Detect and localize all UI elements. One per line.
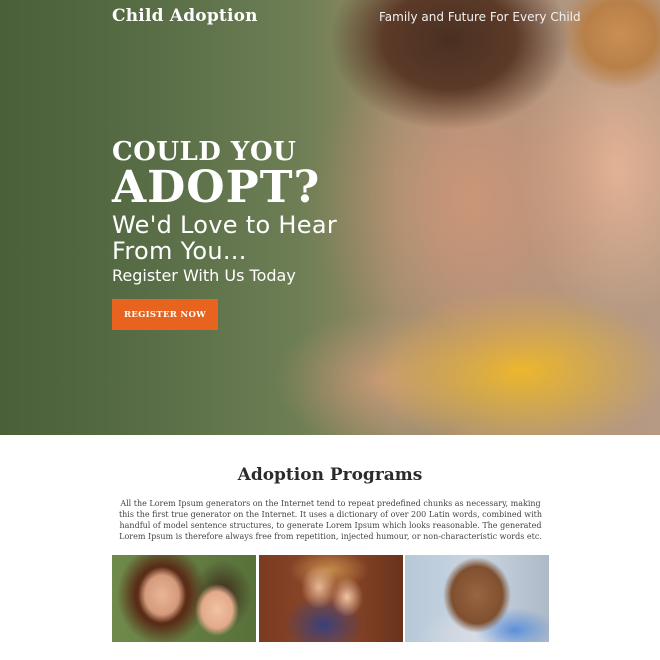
hero-heading-line2: ADOPT?: [112, 162, 321, 213]
hero-register-text: Register With Us Today: [112, 266, 296, 285]
programs-description: All the Lorem Ipsum generators on the In…: [118, 499, 543, 541]
program-image-baby[interactable]: [405, 555, 549, 642]
program-image-siblings[interactable]: [259, 555, 403, 642]
hero-subheading-line2: From You...: [112, 237, 247, 265]
header-tagline: Family and Future For Every Child: [379, 10, 581, 24]
hero-subheading-line1: We'd Love to Hear: [112, 211, 337, 239]
hero-section: Child Adoption Family and Future For Eve…: [0, 0, 660, 435]
programs-title: Adoption Programs: [237, 465, 423, 485]
program-image-mother-daughter[interactable]: [112, 555, 256, 642]
brand-logo[interactable]: Child Adoption: [112, 6, 258, 26]
register-now-button[interactable]: REGISTER NOW: [112, 299, 218, 330]
